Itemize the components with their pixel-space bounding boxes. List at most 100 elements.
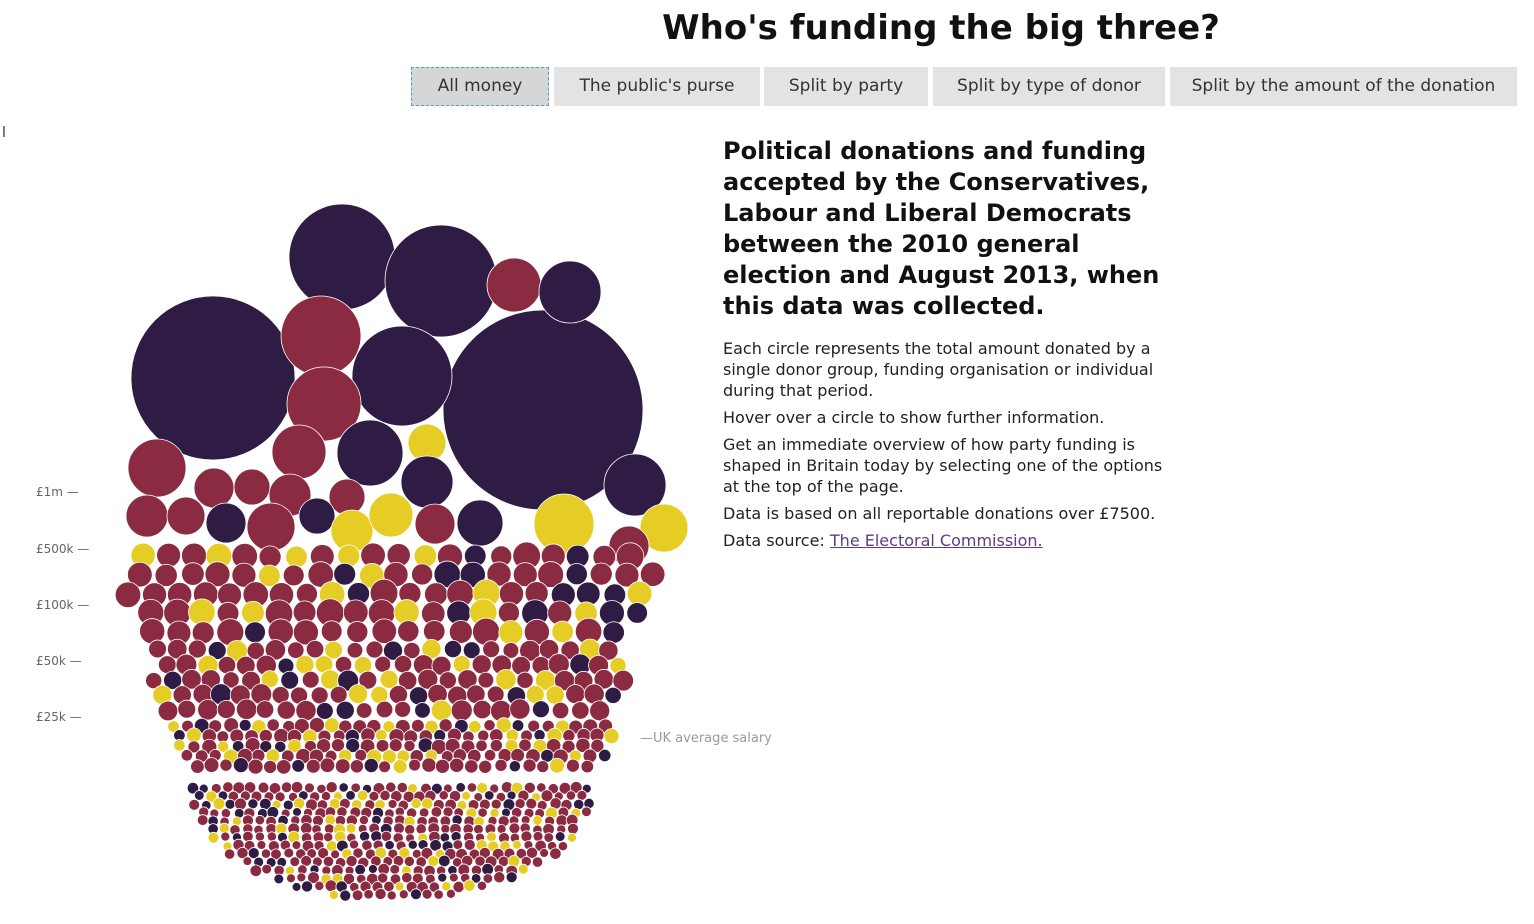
donor-circle[interactable] [298, 497, 336, 535]
donor-circle[interactable] [319, 757, 336, 773]
donor-circle[interactable] [127, 438, 187, 498]
donor-circle[interactable] [445, 888, 456, 899]
donor-circle[interactable] [464, 759, 479, 774]
donor-circle[interactable] [508, 760, 521, 773]
donor-circle[interactable] [158, 655, 177, 674]
donor-circle[interactable] [472, 699, 492, 720]
donor-circle[interactable] [414, 702, 431, 719]
donor-circle[interactable] [196, 814, 209, 826]
donor-circle[interactable] [374, 655, 392, 673]
donor-circle[interactable] [449, 757, 465, 773]
donor-circle[interactable] [566, 758, 580, 773]
donor-circle[interactable] [404, 824, 416, 836]
tab-split-by-amount[interactable]: Split by the amount of the donation [1170, 67, 1517, 106]
donor-circle[interactable] [493, 871, 506, 884]
donor-circle[interactable] [336, 419, 404, 487]
donor-circle[interactable] [456, 499, 504, 547]
donor-circle[interactable] [389, 864, 401, 875]
donor-circle[interactable] [545, 685, 565, 705]
donor-circle[interactable] [212, 797, 226, 810]
donor-circle[interactable] [288, 203, 396, 311]
donor-circle[interactable] [339, 889, 352, 902]
donor-circle[interactable] [476, 880, 488, 891]
donor-circle[interactable] [246, 502, 296, 552]
donor-circle[interactable] [400, 455, 454, 509]
donor-circle[interactable] [291, 759, 305, 773]
donor-circle[interactable] [180, 749, 194, 762]
donor-circle[interactable] [328, 478, 366, 516]
donor-circle[interactable] [410, 888, 422, 901]
donor-circle[interactable] [338, 782, 349, 793]
donor-circle[interactable] [483, 749, 497, 762]
electoral-commission-link[interactable]: The Electoral Commission. [830, 531, 1043, 550]
donor-circle[interactable] [486, 831, 497, 843]
donor-circle[interactable] [114, 581, 142, 609]
donor-circle[interactable] [520, 830, 533, 843]
donor-circle[interactable] [498, 620, 524, 646]
donor-circle[interactable] [219, 758, 233, 772]
donor-circle[interactable] [378, 760, 391, 774]
donor-circle[interactable] [549, 757, 565, 774]
donor-circle[interactable] [522, 758, 537, 773]
tab-all-money[interactable]: All money [411, 67, 549, 106]
donor-circle[interactable] [322, 855, 335, 868]
donor-circle[interactable] [203, 757, 220, 773]
donor-circle[interactable] [260, 848, 272, 859]
donor-circle[interactable] [244, 621, 266, 644]
donor-circle[interactable] [509, 698, 531, 720]
donor-circle[interactable] [345, 823, 357, 834]
donor-circle[interactable] [477, 807, 488, 818]
donor-circle[interactable] [388, 685, 408, 705]
donor-circle[interactable] [289, 856, 301, 867]
donor-circle[interactable] [411, 563, 434, 586]
donor-circle[interactable] [282, 799, 294, 811]
donor-circle[interactable] [125, 494, 169, 538]
donor-circle[interactable] [357, 789, 369, 802]
donor-circle[interactable] [387, 799, 398, 809]
donor-circle[interactable] [276, 700, 296, 720]
donor-circle[interactable] [571, 701, 590, 720]
donor-circle[interactable] [232, 757, 249, 774]
donor-circle[interactable] [363, 758, 379, 774]
donor-circle[interactable] [220, 808, 231, 819]
donor-circle[interactable] [273, 873, 285, 885]
donor-circle[interactable] [205, 502, 247, 544]
donor-circle[interactable] [413, 544, 438, 568]
donor-circle[interactable] [471, 654, 492, 675]
donor-circle[interactable] [342, 599, 369, 626]
donor-circle[interactable] [283, 847, 295, 859]
donor-circle[interactable] [437, 872, 448, 883]
donor-circle[interactable] [261, 863, 272, 875]
donor-circle[interactable] [295, 700, 317, 722]
donor-circle[interactable] [177, 699, 197, 719]
donor-circle[interactable] [532, 815, 543, 826]
donor-circle[interactable] [188, 798, 201, 811]
donor-circle[interactable] [525, 797, 538, 810]
donor-circle[interactable] [351, 889, 364, 901]
donor-circle[interactable] [280, 670, 300, 690]
donor-circle[interactable] [438, 790, 449, 801]
donor-circle[interactable] [233, 468, 271, 506]
donor-circle[interactable] [254, 831, 265, 842]
donor-circle[interactable] [166, 496, 206, 536]
donor-circle[interactable] [539, 848, 549, 858]
donor-circle[interactable] [567, 822, 579, 835]
donor-circle[interactable] [626, 602, 648, 624]
donor-circle[interactable] [566, 832, 577, 843]
donor-circle[interactable] [442, 806, 454, 818]
donor-circle[interactable] [536, 760, 550, 774]
donor-circle[interactable] [565, 790, 577, 801]
donor-circle[interactable] [473, 823, 484, 835]
donor-circle[interactable] [156, 542, 182, 568]
donor-circle[interactable] [626, 580, 653, 607]
donor-circle[interactable] [438, 854, 451, 868]
donor-circle[interactable] [335, 700, 355, 720]
donor-circle[interactable] [433, 889, 444, 900]
donor-circle[interactable] [256, 840, 267, 850]
donor-circle[interactable] [193, 790, 205, 801]
donor-circle[interactable] [440, 823, 451, 834]
donor-circle[interactable] [410, 798, 422, 809]
donor-circle[interactable] [448, 872, 459, 883]
donor-circle[interactable] [242, 830, 254, 843]
donor-circle[interactable] [346, 621, 369, 643]
